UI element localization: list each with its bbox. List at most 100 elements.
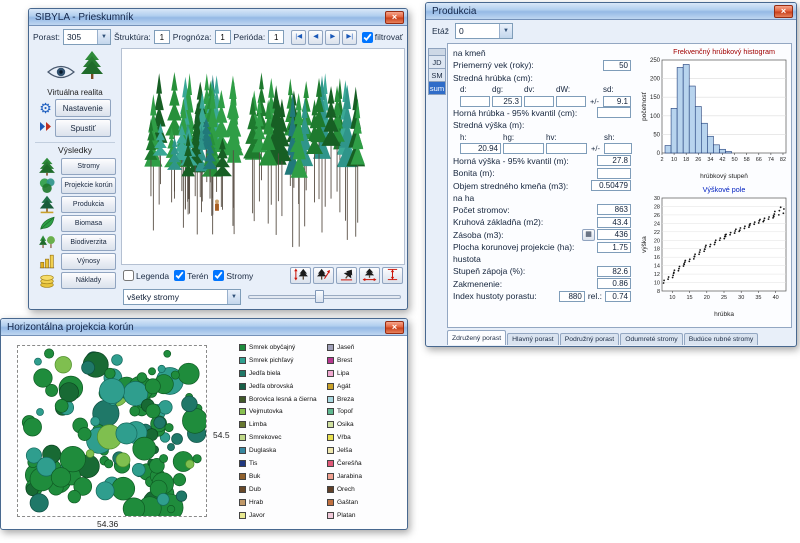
legend-item-buk: Buk bbox=[239, 470, 317, 483]
projekcia-titlebar[interactable]: Horizontálna projekcia korún × bbox=[1, 319, 407, 336]
legend-item-agat: Agát bbox=[327, 380, 362, 393]
zasoba-detail-button[interactable]: ▦ bbox=[582, 229, 595, 241]
sidebar-button-stromy[interactable]: Stromy bbox=[61, 158, 116, 175]
spustit-button[interactable]: Spustiť bbox=[55, 119, 111, 137]
pocet-input[interactable] bbox=[597, 204, 631, 215]
sidebar-button-vynosy[interactable]: Výnosy bbox=[61, 253, 116, 270]
etaz-combobox[interactable]: 0 ▼ bbox=[455, 23, 513, 39]
species-tab-sm[interactable]: SM bbox=[428, 69, 446, 82]
sidebar-button-biomasa[interactable]: Biomasa bbox=[61, 215, 116, 232]
prognoza-input[interactable] bbox=[215, 30, 231, 44]
view-options-row: Legenda Terén Stromy bbox=[121, 265, 405, 286]
close-icon[interactable]: × bbox=[385, 321, 404, 334]
plus-minus-label: +/- bbox=[589, 144, 602, 153]
species-name: Limba bbox=[249, 421, 267, 428]
sidebar-button-projekcie-korun[interactable]: Projekcie korún bbox=[61, 177, 116, 194]
vr-tree-icon bbox=[79, 49, 105, 86]
height-column-labels: h: hg: hv: sh: bbox=[448, 132, 636, 144]
rel-input[interactable] bbox=[605, 291, 631, 302]
horna-vyska-input[interactable] bbox=[597, 155, 631, 166]
species-name: Dub bbox=[249, 486, 261, 493]
svg-text:10: 10 bbox=[669, 295, 675, 301]
stand-tab-podruzny-porast[interactable]: Podružný porast bbox=[560, 333, 620, 345]
sidebar-button-naklady[interactable]: Náklady bbox=[61, 272, 116, 289]
objem-input[interactable] bbox=[591, 180, 631, 191]
view-rotation-slider[interactable] bbox=[246, 289, 403, 304]
bonita-input[interactable] bbox=[597, 168, 631, 179]
legend-item-limba: Limba bbox=[239, 418, 317, 431]
species-name: Smrek obyčajný bbox=[249, 344, 295, 351]
d-input[interactable] bbox=[460, 96, 490, 107]
dw-input[interactable] bbox=[556, 96, 586, 107]
plocha-label: Plocha korunovej projekcie (ha): bbox=[453, 242, 597, 252]
crown-width-tool-button[interactable] bbox=[359, 267, 380, 284]
move-tree-tool-button[interactable] bbox=[290, 267, 311, 284]
struktura-input[interactable] bbox=[154, 30, 170, 44]
produkcia-titlebar[interactable]: Produkcia × bbox=[426, 3, 796, 20]
species-tab-sum[interactable]: sum bbox=[428, 82, 446, 95]
close-icon[interactable]: × bbox=[774, 5, 793, 18]
slider-thumb[interactable] bbox=[315, 290, 324, 303]
index-input[interactable] bbox=[559, 291, 585, 302]
tree-filter-combobox[interactable]: všetky stromy ▼ bbox=[123, 289, 241, 305]
sidebar-button-produkcia[interactable]: Produkcia bbox=[61, 196, 116, 213]
horna-hruba-input[interactable] bbox=[597, 107, 631, 118]
explorer-titlebar[interactable]: SIBYLA - Prieskumník × bbox=[29, 9, 407, 26]
svg-text:hrúbkový stupeň: hrúbkový stupeň bbox=[700, 173, 748, 180]
h-input[interactable] bbox=[460, 143, 501, 154]
species-name: Tis bbox=[249, 460, 257, 467]
dv-input[interactable] bbox=[524, 96, 554, 107]
dropdown-arrow-icon[interactable]: ▼ bbox=[97, 30, 110, 44]
hg-input[interactable] bbox=[503, 143, 544, 154]
height-range-tool-button[interactable] bbox=[382, 267, 403, 284]
species-color-swatch bbox=[327, 357, 334, 364]
zasoba-input[interactable] bbox=[597, 229, 631, 240]
first-record-button[interactable]: |◀ bbox=[291, 30, 306, 45]
hv-input[interactable] bbox=[546, 143, 587, 154]
filter-checkbox-label[interactable]: filtrovať bbox=[362, 32, 403, 43]
dg-input[interactable] bbox=[492, 96, 522, 107]
forest-3d-viewport[interactable] bbox=[121, 48, 405, 265]
previous-record-button[interactable]: ◀ bbox=[308, 30, 323, 45]
sd-input[interactable] bbox=[603, 96, 631, 107]
teren-checkbox[interactable] bbox=[174, 270, 185, 281]
stand-tab-odumrete-stromy[interactable]: Odumreté stromy bbox=[620, 333, 683, 345]
stand-tab-buduce-rubne-stromy[interactable]: Budúce rubné stromy bbox=[684, 333, 759, 345]
zakmenenie-input[interactable] bbox=[597, 278, 631, 289]
sh-input[interactable] bbox=[604, 143, 632, 154]
stand-tab-hlavny-porast[interactable]: Hlavný porast bbox=[507, 333, 559, 345]
lean-tree-tool-button[interactable] bbox=[313, 267, 334, 284]
legenda-checkbox-label[interactable]: Legenda bbox=[123, 270, 169, 281]
sidebar-button-biodiverzita[interactable]: Biodiverzita bbox=[61, 234, 116, 251]
species-color-swatch bbox=[239, 460, 246, 467]
zapoj-input[interactable] bbox=[597, 266, 631, 277]
species-name: Jedľa biela bbox=[249, 370, 281, 377]
tree-tools bbox=[290, 267, 403, 284]
lean-tree-icon bbox=[316, 268, 331, 284]
species-name: Hrab bbox=[249, 499, 263, 506]
plot-height-label: 54.36 bbox=[97, 519, 118, 529]
next-record-button[interactable]: ▶ bbox=[325, 30, 340, 45]
last-record-button[interactable]: ▶| bbox=[342, 30, 357, 45]
vek-input[interactable] bbox=[603, 60, 631, 71]
slider-track[interactable] bbox=[248, 295, 401, 299]
stand-tab-zdruzeny-porast[interactable]: Združený porast bbox=[447, 330, 506, 345]
fell-tree-tool-button[interactable] bbox=[336, 267, 357, 284]
legenda-checkbox[interactable] bbox=[123, 270, 134, 281]
nastavenie-button[interactable]: Nastavenie bbox=[55, 99, 111, 117]
kruhova-input[interactable] bbox=[597, 217, 631, 228]
filter-checkbox[interactable] bbox=[362, 32, 373, 43]
porast-combobox[interactable]: 305 ▼ bbox=[63, 29, 111, 45]
svg-text:10: 10 bbox=[671, 157, 677, 163]
close-icon[interactable]: × bbox=[385, 11, 404, 24]
teren-checkbox-label[interactable]: Terén bbox=[174, 270, 208, 281]
dropdown-arrow-icon[interactable]: ▼ bbox=[227, 290, 240, 304]
svg-text:hrúbka: hrúbka bbox=[714, 311, 734, 318]
dropdown-arrow-icon[interactable]: ▼ bbox=[499, 24, 512, 38]
svg-text:40: 40 bbox=[772, 295, 778, 301]
stromy-checkbox[interactable] bbox=[213, 270, 224, 281]
plocha-input[interactable] bbox=[597, 242, 631, 253]
perioda-input[interactable] bbox=[268, 30, 284, 44]
species-tab-jd[interactable]: JD bbox=[428, 56, 446, 69]
stromy-checkbox-label[interactable]: Stromy bbox=[213, 270, 253, 281]
